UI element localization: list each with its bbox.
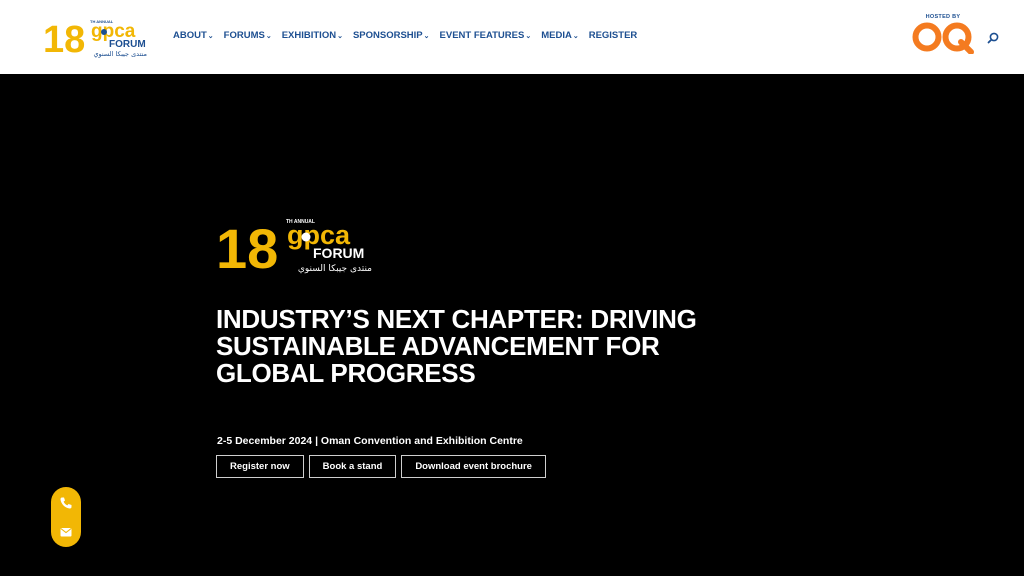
nav-item-about[interactable]: ABOUT ⌄ bbox=[173, 30, 214, 41]
event-date-location: 2-5 December 2024 | Oman Convention and … bbox=[217, 435, 523, 447]
gpca-forum-logo[interactable]: 18 TH ANNUAL gpca FORUM منتدى جيبكا السن… bbox=[43, 14, 151, 60]
nav-item-label: EXHIBITION bbox=[281, 30, 337, 41]
chevron-down-icon: ⌄ bbox=[337, 32, 343, 40]
svg-text:18: 18 bbox=[43, 19, 85, 60]
nav-item-exhibition[interactable]: EXHIBITION ⌄ bbox=[282, 30, 343, 41]
chevron-down-icon: ⌄ bbox=[207, 32, 214, 40]
site-header: 18 TH ANNUAL gpca FORUM منتدى جيبكا السن… bbox=[0, 0, 1024, 74]
register-now-button[interactable]: Register now bbox=[216, 455, 304, 478]
nav-item-sponsorship[interactable]: SPONSORSHIP ⌄ bbox=[353, 30, 430, 41]
svg-text:18: 18 bbox=[216, 217, 278, 276]
chevron-down-icon: ⌄ bbox=[423, 32, 430, 40]
main-nav: ABOUT ⌄ FORUMS ⌄ EXHIBITION ⌄ SPONSORSHIP ⌄ EVEN… bbox=[173, 30, 647, 41]
svg-text:FORUM: FORUM bbox=[109, 39, 146, 50]
nav-item-event-features[interactable]: EVENT FEATURES ⌄ bbox=[440, 30, 532, 41]
headline-line: GLOBAL PROGRESS bbox=[216, 358, 476, 388]
search-icon[interactable] bbox=[986, 31, 1000, 45]
hero-buttons: Register now Book a stand Download event… bbox=[216, 455, 546, 478]
nav-item-label: ABOUT bbox=[173, 30, 207, 41]
nav-item-register[interactable]: REGISTER bbox=[589, 30, 638, 41]
download-brochure-button[interactable]: Download event brochure bbox=[401, 455, 546, 478]
email-icon[interactable] bbox=[59, 525, 73, 539]
hero-gpca-forum-logo: 18 TH ANNUAL gpca FORUM منتدى جيبكا السن… bbox=[216, 217, 372, 276]
hero-headline: INDUSTRY’S NEXT CHAPTER: DRIVING SUSTAIN… bbox=[216, 306, 776, 387]
nav-item-forums[interactable]: FORUMS ⌄ bbox=[224, 30, 272, 41]
nav-item-label: MEDIA bbox=[541, 30, 572, 41]
oq-logo[interactable] bbox=[911, 20, 975, 54]
book-stand-button[interactable]: Book a stand bbox=[308, 455, 397, 478]
phone-icon[interactable] bbox=[59, 496, 73, 510]
contact-widget bbox=[51, 487, 81, 547]
svg-text:FORUM: FORUM bbox=[313, 245, 364, 261]
chevron-down-icon: ⌄ bbox=[265, 32, 272, 40]
chevron-down-icon: ⌄ bbox=[572, 32, 579, 40]
nav-item-label: REGISTER bbox=[588, 30, 638, 41]
svg-text:منتدى جيبكا السنوي: منتدى جيبكا السنوي bbox=[298, 264, 372, 274]
headline-line: INDUSTRY’S NEXT CHAPTER: DRIVING bbox=[216, 304, 697, 334]
nav-item-label: SPONSORSHIP bbox=[352, 30, 423, 41]
hosted-by: HOSTED BY bbox=[908, 14, 978, 58]
chevron-down-icon: ⌄ bbox=[525, 32, 532, 40]
nav-item-label: FORUMS bbox=[223, 30, 265, 41]
nav-item-label: EVENT FEATURES bbox=[439, 30, 525, 41]
nav-item-media[interactable]: MEDIA ⌄ bbox=[541, 30, 579, 41]
headline-line: SUSTAINABLE ADVANCEMENT FOR bbox=[216, 331, 660, 361]
svg-text:منتدى جيبكا السنوي: منتدى جيبكا السنوي bbox=[93, 50, 147, 58]
